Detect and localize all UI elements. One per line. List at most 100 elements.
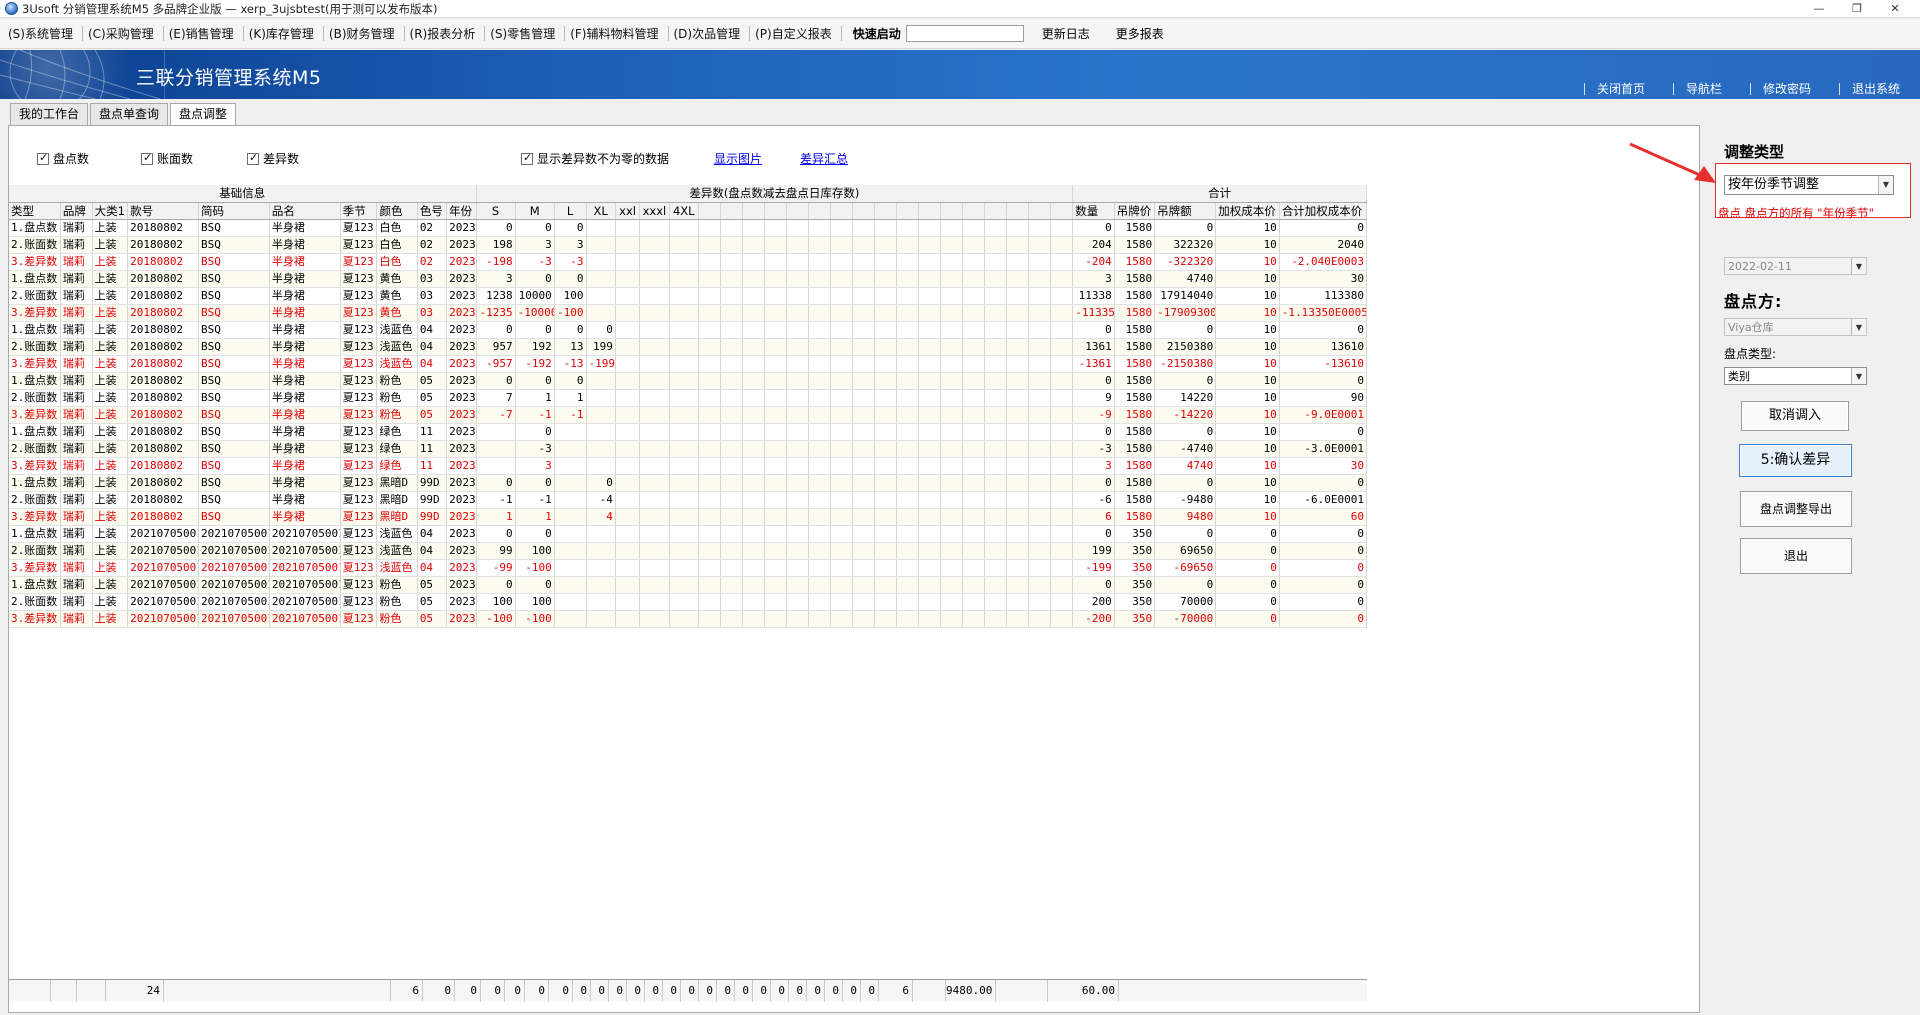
exit-button[interactable]: 退出 [1740,538,1852,574]
tab-count-adjust[interactable]: 盘点调整 [170,103,237,126]
table-row[interactable]: 2.账面数 瑞莉 上装 20210705001 20210705001 202107050… [9,593,1368,611]
column-header[interactable]: XL [586,202,616,220]
adjust-type-select[interactable]: 按年份季节调整 ▼ [1724,175,1894,195]
column-header[interactable]: 季节 [340,202,378,220]
column-header[interactable]: 类型 [9,202,61,220]
close-home-link[interactable]: 关闭首页 [1583,83,1657,95]
menu-custom-reports[interactable]: (P)自定义报表 [753,25,838,42]
column-header[interactable]: xxxl [639,202,670,220]
menu-reports[interactable]: (R)报表分析 [408,25,482,42]
count-checkbox[interactable]: 盘点数 [37,150,89,167]
column-header[interactable]: xxl [615,202,641,220]
column-header[interactable]: S [476,202,516,220]
show-images-link[interactable]: 显示图片 [714,150,762,167]
column-header[interactable] [742,202,765,220]
confirm-diff-button[interactable]: 5:确认差异 [1739,444,1852,477]
column-header[interactable]: 4XL [669,202,699,220]
column-header[interactable] [984,202,1007,220]
count-type-select[interactable]: 类别 ▼ [1724,367,1867,385]
table-row[interactable]: 1.盘点数 瑞莉 上装 20210705001 20210705001 202107050… [9,525,1368,543]
menu-inventory[interactable]: (K)库存管理 [247,25,320,42]
column-header[interactable] [1006,202,1029,220]
table-row[interactable]: 3.差异数 瑞莉 上装 20210705001 20210705001 202107050… [9,559,1368,577]
menu-system[interactable]: (S)系统管理 [6,25,79,42]
table-row[interactable]: 2.账面数 瑞莉 上装 20210705001 20210705001 202107050… [9,542,1368,560]
column-header[interactable] [808,202,831,220]
book-checkbox[interactable]: 账面数 [141,150,193,167]
export-adjust-button[interactable]: 盘点调整导出 [1740,491,1852,527]
table-row[interactable]: 2.账面数 瑞莉 上装 20180802 BSQ 半身裙 夏123 黄色 03 2023 1238 1… [9,287,1368,305]
table-row[interactable]: 3.差异数 瑞莉 上装 20180802 BSQ 半身裙 夏123 粉色 05 2023 -7 -1-… [9,406,1368,424]
table-row[interactable]: 3.差异数 瑞莉 上装 20180802 BSQ 半身裙 夏123 浅蓝色 04 2023 -957… [9,355,1368,373]
tab-workbench[interactable]: 我的工作台 [10,103,89,125]
table-row[interactable]: 1.盘点数 瑞莉 上装 20180802 BSQ 半身裙 夏123 白色 02 2023 0 0 0 0 1… [9,219,1368,237]
minimize-button[interactable]: — [1808,1,1830,16]
table-row[interactable]: 1.盘点数 瑞莉 上装 20180802 BSQ 半身裙 夏123 粉色 05 2023 0 0 0 0 1… [9,372,1368,390]
column-header[interactable]: 颜色 [376,202,418,220]
diff-checkbox[interactable]: 差异数 [247,150,299,167]
column-header[interactable] [852,202,875,220]
table-row[interactable]: 3.差异数 瑞莉 上装 20210705001 20210705001 202107050… [9,610,1368,628]
menu-purchase[interactable]: (C)采购管理 [86,25,160,42]
exit-system-link[interactable]: 退出系统 [1838,83,1912,95]
restore-button[interactable]: ❐ [1846,1,1868,16]
menu-sales[interactable]: (E)销售管理 [167,25,240,42]
table-row[interactable]: 3.差异数 瑞莉 上装 20180802 BSQ 半身裙 夏123 白色 02 2023 -198-… [9,253,1368,271]
column-header[interactable] [720,202,743,220]
column-header[interactable] [918,202,941,220]
column-header[interactable] [830,202,853,220]
column-header[interactable]: 加权成本价 [1215,202,1280,220]
column-header[interactable]: 色号 [417,202,448,220]
menu-materials[interactable]: (F)辅料物料管理 [568,25,664,42]
table-row[interactable]: 1.盘点数 瑞莉 上装 20180802 BSQ 半身裙 夏123 黑暗D 99D 2023 0 0 0… [9,474,1368,492]
column-header[interactable]: 合计加权成本价 [1279,202,1368,220]
column-header[interactable]: L [554,202,587,220]
table-row[interactable]: 1.盘点数 瑞莉 上装 20210705001 20210705001 202107050… [9,576,1368,594]
column-header[interactable]: M [515,202,555,220]
column-header[interactable] [698,202,721,220]
column-header[interactable] [940,202,963,220]
table-row[interactable]: 1.盘点数 瑞莉 上装 20180802 BSQ 半身裙 夏123 浅蓝色 04 2023 0 0 0 0… [9,321,1368,339]
chevron-down-icon[interactable]: ▼ [1878,176,1893,194]
column-header[interactable]: 吊牌价 [1114,202,1156,220]
column-header[interactable] [874,202,897,220]
table-row[interactable]: 2.账面数 瑞莉 上装 20180802 BSQ 半身裙 夏123 白色 02 2023 198 3 3… [9,236,1368,254]
diff-summary-link[interactable]: 差异汇总 [800,150,848,167]
table-row[interactable]: 1.盘点数 瑞莉 上装 20180802 BSQ 半身裙 夏123 黄色 03 2023 3 0 0 3 1… [9,270,1368,288]
column-header[interactable] [764,202,787,220]
nonzero-diff-checkbox[interactable]: 显示差异数不为零的数据 [521,150,669,167]
column-header[interactable]: 简码 [198,202,270,220]
table-row[interactable]: 2.账面数 瑞莉 上装 20180802 BSQ 半身裙 夏123 绿色 11 2023 -3 -3 1… [9,440,1368,458]
tab-count-query[interactable]: 盘点单查询 [90,103,169,125]
menu-changelog[interactable]: 更新日志 [1042,25,1090,42]
table-row[interactable]: 2.账面数 瑞莉 上装 20180802 BSQ 半身裙 夏123 粉色 05 2023 7 1 1 9 1… [9,389,1368,407]
column-header[interactable]: 吊牌额 [1154,202,1217,220]
table-row[interactable]: 1.盘点数 瑞莉 上装 20180802 BSQ 半身裙 夏123 绿色 11 2023 0 0 158… [9,423,1368,441]
menu-finance[interactable]: (B)财务管理 [327,25,401,42]
cancel-import-button[interactable]: 取消调入 [1741,401,1849,431]
column-header[interactable] [1028,202,1051,220]
column-header[interactable]: 品牌 [60,202,93,220]
change-password-link[interactable]: 修改密码 [1749,83,1823,95]
table-row[interactable]: 3.差异数 瑞莉 上装 20180802 BSQ 半身裙 夏123 绿色 11 2023 3 3 158… [9,457,1368,475]
menu-retail[interactable]: (S)零售管理 [488,25,561,42]
column-header[interactable] [1050,202,1074,220]
close-button[interactable]: ✕ [1884,1,1906,16]
column-header[interactable]: 大类1 [92,202,129,220]
nav-bar-link[interactable]: 导航栏 [1672,83,1734,95]
table-row[interactable]: 2.账面数 瑞莉 上装 20180802 BSQ 半身裙 夏123 浅蓝色 04 2023 957 1… [9,338,1368,356]
quick-launch-input[interactable] [905,25,1024,42]
column-header[interactable] [786,202,809,220]
column-header[interactable]: 品名 [269,202,341,220]
menu-more-reports[interactable]: 更多报表 [1116,25,1164,42]
column-header[interactable] [896,202,919,220]
table-row[interactable]: 3.差异数 瑞莉 上装 20180802 BSQ 半身裙 夏123 黄色 03 2023 -1235… [9,304,1368,322]
column-header[interactable]: 数量 [1072,202,1115,220]
column-header[interactable] [962,202,985,220]
menu-defects[interactable]: (D)次品管理 [672,25,747,42]
table-row[interactable]: 3.差异数 瑞莉 上装 20180802 BSQ 半身裙 夏123 黑暗D 99D 2023 1 1 4… [9,508,1368,526]
table-row[interactable]: 2.账面数 瑞莉 上装 20180802 BSQ 半身裙 夏123 黑暗D 99D 2023 -1-… [9,491,1368,509]
chevron-down-icon[interactable]: ▼ [1851,368,1866,384]
column-header[interactable]: 款号 [127,202,199,220]
column-header[interactable]: 年份 [446,202,477,220]
